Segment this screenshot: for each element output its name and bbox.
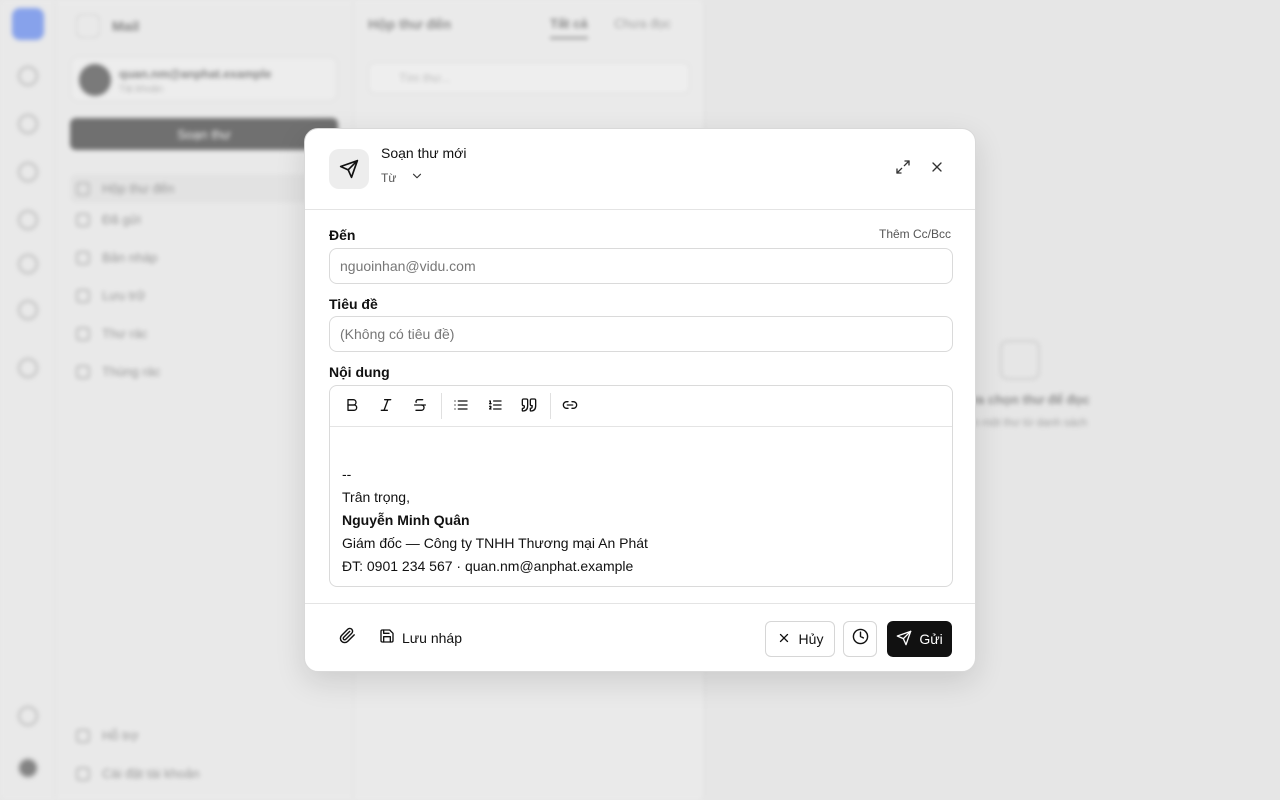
rail-icon xyxy=(18,66,38,86)
dialog-footer: Lưu nháp Hủy Gửi xyxy=(305,603,975,671)
sent-icon xyxy=(76,212,90,227)
rail-icon xyxy=(18,358,38,378)
rail-icon xyxy=(18,210,38,230)
folder-item: Hỗ trợ xyxy=(76,728,139,743)
expand-icon xyxy=(895,159,911,180)
formatting-toolbar xyxy=(330,386,952,427)
link-button[interactable] xyxy=(559,396,581,418)
strikethrough-icon xyxy=(412,397,428,418)
tab-all: Tất cả xyxy=(550,16,588,39)
draft-icon xyxy=(76,250,90,265)
subject-input[interactable] xyxy=(329,316,953,352)
send-icon xyxy=(329,149,369,189)
rail-icon xyxy=(18,254,38,274)
user-avatar xyxy=(18,758,38,778)
subject-label: Tiêu đề xyxy=(329,296,378,312)
expand-button[interactable] xyxy=(893,159,913,179)
compose-button: Soạn thư xyxy=(70,118,338,150)
folder-item: Cài đặt tài khoản xyxy=(76,766,200,781)
account-switcher: quan.nm@anphat.example Tài khoản xyxy=(70,56,338,102)
save-draft-label: Lưu nháp xyxy=(402,629,462,646)
quote-icon xyxy=(521,397,537,418)
signature-title: Giám đốc — Công ty TNHH Thương mại An Ph… xyxy=(342,535,648,551)
rail-icon xyxy=(18,706,38,726)
add-cc-bcc-link[interactable]: Thêm Cc/Bcc xyxy=(879,227,951,241)
tab-unread: Chưa đọc xyxy=(614,16,672,31)
strikethrough-button[interactable] xyxy=(409,396,431,418)
bullet-list-button[interactable] xyxy=(450,396,472,418)
numbered-list-icon xyxy=(487,397,503,418)
attach-button[interactable] xyxy=(337,627,357,649)
signature-closing: Trân trọng, xyxy=(342,489,410,505)
list-title: Hộp thư đến xyxy=(368,16,452,32)
paperclip-icon xyxy=(339,627,356,649)
to-label: Đến xyxy=(329,227,356,243)
brand: Mail xyxy=(76,14,139,38)
app-logo xyxy=(12,8,44,40)
close-button[interactable] xyxy=(927,159,947,179)
folder-item: Lưu trữ xyxy=(76,288,145,303)
folder-item: Đã gửi xyxy=(76,212,141,227)
archive-icon xyxy=(76,288,90,303)
spam-icon xyxy=(76,326,90,341)
clock-icon xyxy=(852,628,869,650)
mail-icon xyxy=(1000,340,1040,380)
body-editor: -- Trân trọng, Nguyễn Minh Quân Giám đốc… xyxy=(329,385,953,587)
rail-icon xyxy=(18,300,38,320)
settings-icon xyxy=(76,766,90,781)
close-icon xyxy=(929,159,945,180)
cancel-label: Hủy xyxy=(798,631,824,647)
account-subtitle: Tài khoản xyxy=(119,84,163,95)
send-icon xyxy=(896,630,912,649)
bold-icon xyxy=(344,397,360,418)
inbox-icon xyxy=(76,181,90,196)
list-search: Tìm thư... xyxy=(368,62,690,94)
body-textarea[interactable]: -- Trân trọng, Nguyễn Minh Quân Giám đốc… xyxy=(330,427,952,578)
quote-button[interactable] xyxy=(518,396,540,418)
toolbar-divider xyxy=(550,393,551,419)
send-label: Gửi xyxy=(919,631,943,647)
bold-button[interactable] xyxy=(341,396,363,418)
italic-icon xyxy=(378,397,394,418)
from-selector[interactable]: Từ xyxy=(381,169,424,186)
cancel-button[interactable]: Hủy xyxy=(765,621,835,657)
account-avatar xyxy=(79,64,111,96)
folder-item: Thư rác xyxy=(76,326,148,341)
send-button[interactable]: Gửi xyxy=(887,621,952,657)
chevron-down-icon xyxy=(410,169,424,186)
menu-icon xyxy=(76,14,100,38)
app-name: Mail xyxy=(112,18,140,34)
rail-icon xyxy=(18,162,38,182)
help-icon xyxy=(76,728,90,743)
dialog-header: Soạn thư mới Từ xyxy=(305,129,975,210)
trash-icon xyxy=(76,364,90,379)
from-label: Từ xyxy=(381,170,397,185)
signature-name: Nguyễn Minh Quân xyxy=(342,512,470,528)
schedule-send-button[interactable] xyxy=(843,621,877,657)
numbered-list-button[interactable] xyxy=(484,396,506,418)
signature-contact: ĐT: 0901 234 567 · quan.nm@anphat.exampl… xyxy=(342,558,634,574)
save-icon xyxy=(379,628,395,647)
save-draft-button[interactable]: Lưu nháp xyxy=(379,628,462,647)
compose-dialog: Soạn thư mới Từ Đến Thêm Cc/Bcc Tiêu đề … xyxy=(304,128,976,672)
dialog-title: Soạn thư mới xyxy=(381,145,467,161)
to-input[interactable] xyxy=(329,248,953,284)
bullet-list-icon xyxy=(453,397,469,418)
signature-separator: -- xyxy=(342,466,352,482)
toolbar-divider xyxy=(441,393,442,419)
folder-item: Hộp thư đến xyxy=(70,174,338,203)
rail-icon xyxy=(18,114,38,134)
italic-button[interactable] xyxy=(375,396,397,418)
x-icon xyxy=(777,631,791,648)
app-rail xyxy=(0,0,56,800)
account-email: quan.nm@anphat.example xyxy=(119,67,272,81)
folder-item: Thùng rác xyxy=(76,364,161,379)
folder-item: Bản nháp xyxy=(76,250,158,265)
body-label: Nội dung xyxy=(329,364,390,380)
link-icon xyxy=(562,397,578,418)
